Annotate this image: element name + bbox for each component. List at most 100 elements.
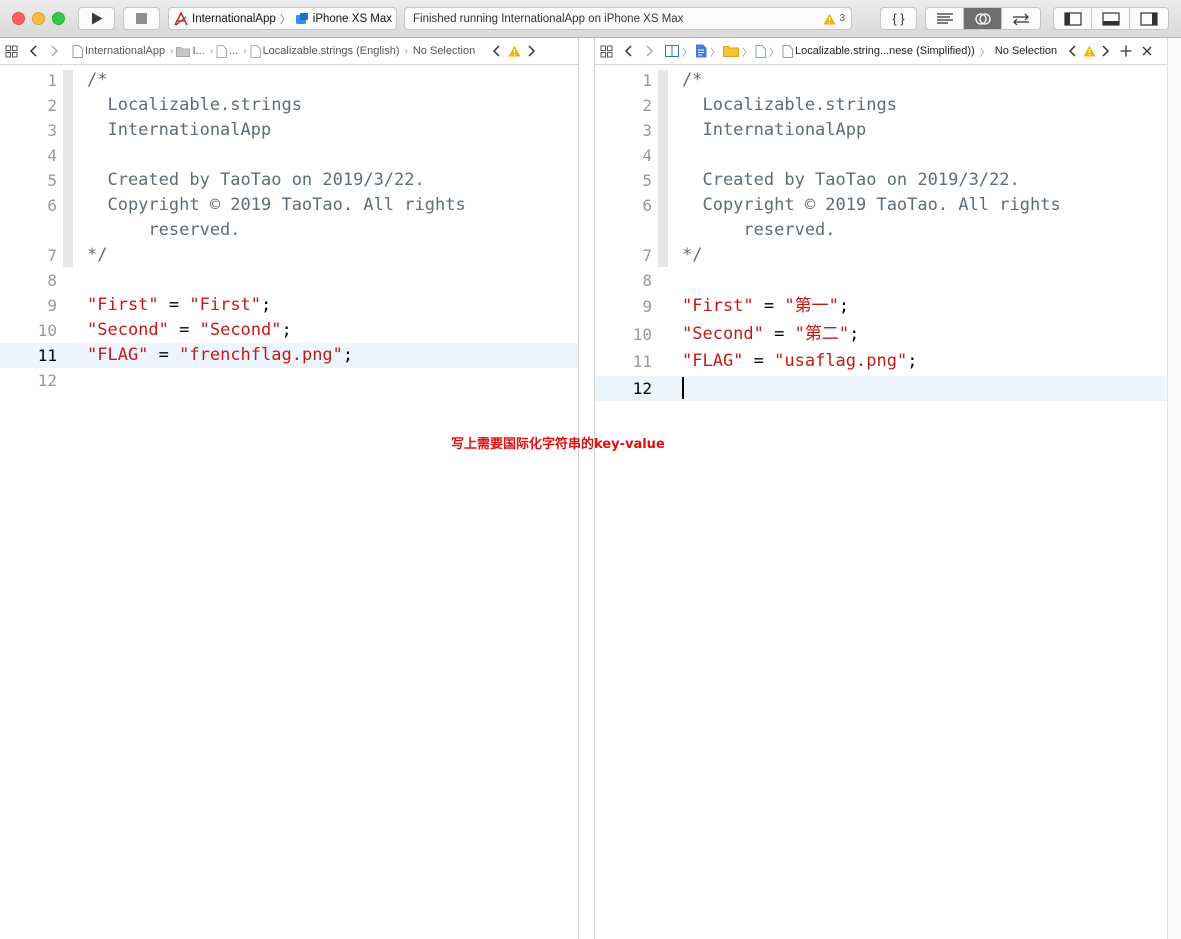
line-number: 7	[47, 246, 57, 265]
code-line[interactable]: 11 "FLAG" = "frenchflag.png";	[0, 343, 578, 368]
strings-file-icon	[216, 44, 228, 58]
navigator-toggle-button[interactable]	[1054, 8, 1092, 29]
line-number: 11	[632, 352, 652, 371]
code-line[interactable]: 10 "Second" = "Second";	[0, 318, 578, 343]
project-file-icon	[72, 44, 83, 58]
code-line[interactable]: 2 Localizable.strings	[0, 93, 578, 118]
line-number: 9	[642, 297, 652, 316]
issue-warning-icon[interactable]	[507, 38, 521, 64]
debug-area-toggle-button[interactable]	[1092, 8, 1130, 29]
line-number: 10	[37, 321, 57, 340]
code-line[interactable]: 10 "Second" = "第二";	[595, 321, 1167, 349]
string-key: "FLAG"	[87, 345, 149, 365]
line-number: 12	[37, 371, 57, 390]
key-value-entry: "FLAG" = "usaflag.png";	[682, 348, 917, 376]
code-line[interactable]: 7 */	[595, 243, 1167, 268]
inspector-toggle-button[interactable]	[1130, 8, 1168, 29]
line-number: 10	[632, 324, 652, 344]
line-number: 1	[47, 71, 57, 90]
code-line[interactable]: 7 */	[0, 243, 578, 268]
code-text-area[interactable]: 1 /* 2 Localizable.strings 3 InternationalA…	[0, 66, 578, 939]
jumpbar-file[interactable]: Localizable.string...nese (Simplified))	[795, 45, 975, 57]
close-editor-icon[interactable]	[1137, 38, 1157, 64]
code-line[interactable]: 3 InternationalApp	[595, 118, 1167, 143]
code-line[interactable]: 9 "First" = "First";	[0, 293, 578, 318]
chevron-right-icon: 〉	[742, 47, 752, 59]
window-toolbar: InternationalApp 〉 iPhone XS Max Finishe…	[0, 0, 1181, 38]
semicolon: ;	[849, 323, 860, 344]
code-line[interactable]: 9 "First" = "第一";	[595, 293, 1167, 321]
equals-sign: =	[148, 345, 180, 365]
previous-issue-icon[interactable]	[485, 38, 507, 64]
zoom-window-button[interactable]	[52, 12, 65, 25]
line-number: 6	[47, 196, 57, 215]
line-number: 8	[47, 271, 57, 290]
code-line[interactable]: 6 Copyright © 2019 TaoTao. All rights	[0, 193, 578, 218]
jumpbar-selection[interactable]: No Selection	[995, 45, 1057, 57]
forward-arrow-icon[interactable]	[639, 38, 661, 64]
issue-warning-icon[interactable]	[1081, 38, 1097, 64]
line-number: 12	[632, 378, 652, 398]
code-line[interactable]: 1 /*	[0, 68, 578, 93]
next-issue-icon[interactable]	[1097, 38, 1115, 64]
code-line[interactable]: 12	[0, 368, 578, 393]
code-review-button[interactable]: { }	[880, 7, 917, 30]
standard-editor-button[interactable]	[926, 8, 964, 29]
run-button[interactable]	[78, 7, 115, 30]
line-number: 6	[642, 196, 652, 215]
comment-text: InternationalApp	[682, 120, 867, 140]
editor-divider[interactable]	[580, 38, 594, 939]
jumpbar-folder[interactable]: ...	[229, 45, 238, 57]
line-number: 9	[47, 296, 57, 315]
minimize-window-button[interactable]	[32, 12, 45, 25]
related-items-icon[interactable]	[595, 38, 617, 64]
chevron-right-icon: 〉	[769, 47, 779, 59]
close-window-button[interactable]	[12, 12, 25, 25]
scheme-selector[interactable]: InternationalApp 〉 iPhone XS Max	[168, 7, 397, 30]
code-line[interactable]: 5 Created by TaoTao on 2019/3/22.	[0, 168, 578, 193]
comment-text: Localizable.strings	[682, 95, 897, 115]
comment-text: /*	[87, 70, 108, 90]
code-line[interactable]: 8	[595, 268, 1167, 293]
device-icon	[295, 13, 308, 24]
stop-button[interactable]	[123, 7, 160, 30]
jumpbar-selection[interactable]: No Selection	[413, 45, 475, 57]
code-line[interactable]: 6 Copyright © 2019 TaoTao. All rights	[595, 193, 1167, 218]
comment-text: Created by TaoTao on 2019/3/22.	[682, 170, 1020, 190]
add-editor-icon[interactable]	[1115, 38, 1137, 64]
vertical-scrollbar[interactable]	[1167, 38, 1181, 939]
warning-icon	[823, 13, 836, 24]
back-arrow-icon[interactable]	[22, 38, 44, 64]
code-line[interactable]: 11 "FLAG" = "usaflag.png";	[595, 348, 1167, 376]
code-line[interactable]: reserved.	[0, 218, 578, 243]
forward-arrow-icon[interactable]	[44, 38, 66, 64]
string-value: "frenchflag.png"	[179, 345, 343, 365]
blue-file-icon	[696, 44, 707, 58]
code-line[interactable]: 2 Localizable.strings	[595, 93, 1167, 118]
back-arrow-icon[interactable]	[617, 38, 639, 64]
code-line[interactable]: 5 Created by TaoTao on 2019/3/22.	[595, 168, 1167, 193]
comment-text: reserved.	[682, 220, 836, 240]
code-line[interactable]: 4	[595, 143, 1167, 168]
previous-issue-icon[interactable]	[1063, 38, 1081, 64]
semicolon: ;	[907, 351, 918, 371]
comment-text: reserved.	[87, 220, 241, 240]
code-line[interactable]: 8	[0, 268, 578, 293]
code-line[interactable]: 1 /*	[595, 68, 1167, 93]
code-line[interactable]: 12	[595, 375, 1167, 401]
code-text-area[interactable]: 1/* 2 Localizable.strings 3 InternationalA…	[595, 66, 1167, 939]
warnings-indicator[interactable]: 3	[823, 13, 845, 25]
version-editor-button[interactable]	[1002, 8, 1040, 29]
related-items-icon[interactable]	[0, 38, 22, 64]
jumpbar-file[interactable]: Localizable.strings (English)	[263, 45, 400, 57]
app-target-icon	[174, 10, 188, 25]
jumpbar-group[interactable]: I...	[192, 45, 204, 57]
next-issue-icon[interactable]	[521, 38, 543, 64]
code-line[interactable]: 3 InternationalApp	[0, 118, 578, 143]
line-number: 7	[642, 246, 652, 265]
code-line[interactable]: 4	[0, 143, 578, 168]
warning-count: 3	[839, 13, 845, 24]
jumpbar-project[interactable]: InternationalApp	[85, 45, 165, 57]
assistant-editor-button[interactable]	[964, 8, 1002, 29]
code-line[interactable]: reserved.	[595, 218, 1167, 243]
